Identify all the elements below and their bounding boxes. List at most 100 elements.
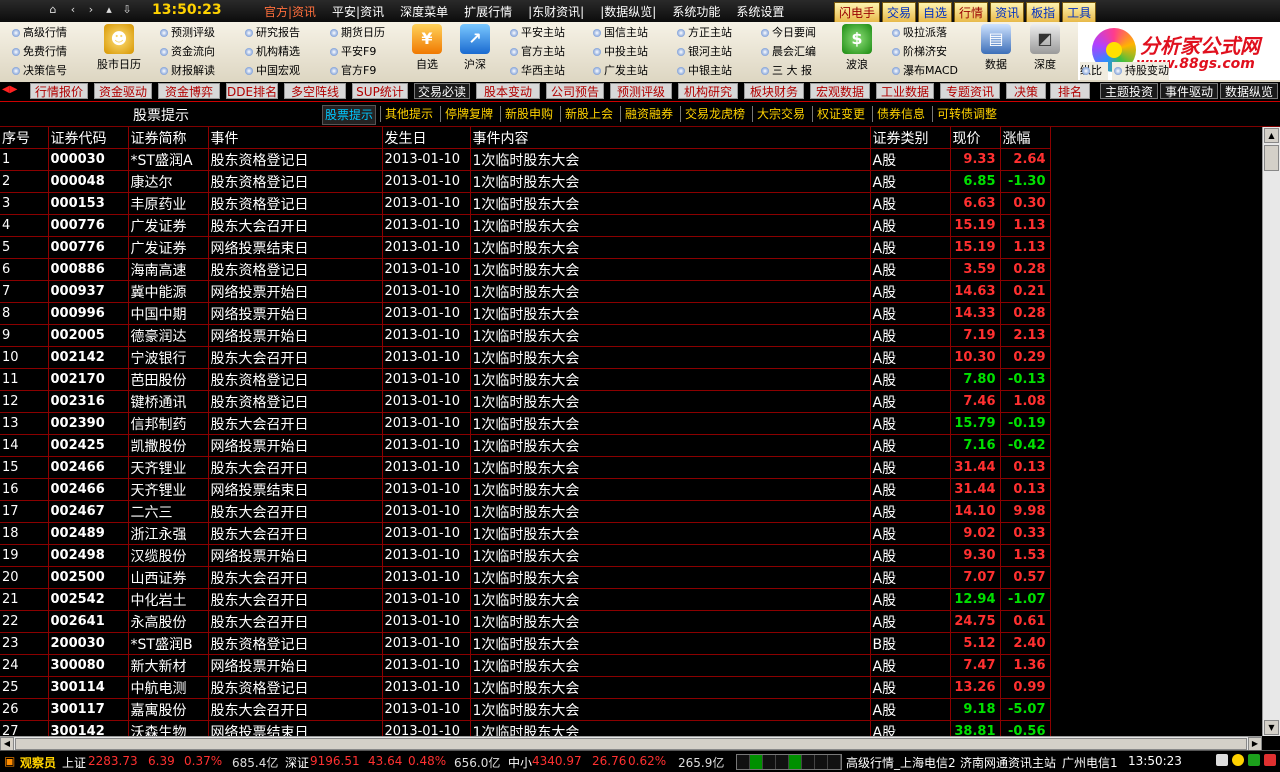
tool-decision-signal[interactable]: 决策信号 [10,62,67,80]
table-row[interactable]: 5 000776 广发证券 网络投票结束日 2013-01-10 1次临时股东大会 A股 15… [0,236,1051,259]
tab-macro-data[interactable]: 宏观数据 [810,83,870,99]
subtab-block-trade[interactable]: 大宗交易 [757,105,805,123]
tool-market-calendar[interactable]: ☻ 股市日历 [92,24,146,72]
tool-data[interactable]: ▤ 数据 [977,24,1015,72]
tab-sector-finance[interactable]: 板块财务 [744,83,804,99]
server-quotes[interactable]: 高级行情_上海电信2 [846,754,956,771]
network-icon[interactable] [1248,754,1260,766]
subtab-ipo-subscription[interactable]: 新股申购 [505,105,553,123]
tab-data-overview[interactable]: 数据纵览 [1220,83,1278,99]
subtab-margin-trading[interactable]: 融资融券 [625,105,673,123]
tool-pingan-f9[interactable]: 平安F9 [328,43,376,61]
table-row[interactable]: 7 000937 冀中能源 网络投票开始日 2013-01-10 1次临时股东大会 A股 14… [0,280,1051,303]
tool-huaxi-main[interactable]: 华西主站 [508,62,565,80]
scroll-right-icon[interactable]: ▶ [1248,737,1262,751]
header-category[interactable]: 证券类别 [870,127,951,149]
info-icon[interactable] [1232,754,1244,766]
tool-zhongtou-main[interactable]: 中投主站 [591,43,648,61]
mail-icon[interactable] [1216,754,1228,766]
quick-sector-index-button[interactable]: 板指 [1026,2,1061,23]
subtab-convertible-adjust[interactable]: 可转债调整 [937,105,997,123]
quick-quotes-button[interactable]: 行情 [954,2,989,23]
tab-institution-research[interactable]: 机构研究 [678,83,738,99]
table-row[interactable]: 25 300114 中航电测 股东资格登记日 2013-01-10 1次临时股东大会 A股 1… [0,676,1051,699]
header-code[interactable]: 证券代码 [48,127,129,149]
tool-bocom-main[interactable]: 中银主站 [675,62,732,80]
subtab-stock-tips[interactable]: 股票提示 [322,105,377,125]
table-row[interactable]: 18 002489 浙江永强 股东大会召开日 2013-01-10 1次临时股东大会 A股 9… [0,522,1051,545]
quick-news-button[interactable]: 资讯 [990,2,1025,23]
tool-guosen-main[interactable]: 国信主站 [591,24,648,42]
scroll-up-icon[interactable]: ▲ [1264,128,1279,143]
tool-china-macro[interactable]: 中国宏观 [243,62,300,80]
menu-eastmoney-news[interactable]: |东财资讯| [520,3,592,20]
alert-icon[interactable] [1264,754,1276,766]
table-row[interactable]: 24 300080 新大新材 网络投票开始日 2013-01-10 1次临时股东大会 A股 7… [0,654,1051,677]
tool-three-papers[interactable]: 三 大 报 [759,62,812,80]
tab-forecast-rating[interactable]: 预测评级 [610,83,672,99]
tool-research-report[interactable]: 研究报告 [243,24,300,42]
quick-trade-button[interactable]: 交易 [882,2,917,23]
header-date[interactable]: 发生日 [382,127,471,149]
table-row[interactable]: 16 002466 天齐锂业 网络投票结束日 2013-01-10 1次临时股东大会 A股 3… [0,478,1051,501]
header-event[interactable]: 事件 [208,127,383,149]
menu-system-functions[interactable]: 系统功能 [664,3,728,20]
user-role[interactable]: 观察员 [20,754,56,771]
up-icon[interactable]: ▴ [102,3,116,17]
forward-icon[interactable]: › [84,3,98,17]
tool-official-main[interactable]: 官方主站 [508,43,565,61]
quick-flash-trade-button[interactable]: 闪电手 [834,2,881,23]
tool-founder-main[interactable]: 方正主站 [675,24,732,42]
hscroll-thumb[interactable] [15,738,1247,750]
table-row[interactable]: 22 002641 永高股份 股东大会召开日 2013-01-10 1次临时股东大会 A股 2… [0,610,1051,633]
header-index[interactable]: 序号 [0,127,49,149]
table-row[interactable]: 13 002390 信邦制药 股东大会召开日 2013-01-10 1次临时股东大会 A股 1… [0,412,1051,435]
table-row[interactable]: 3 000153 丰原药业 股东资格登记日 2013-01-10 1次临时股东大会 A股 6.… [0,192,1051,215]
tool-guangfa-main[interactable]: 广发主站 [591,62,648,80]
table-row[interactable]: 27 300142 沃森生物 网络投票结束日 2013-01-10 1次临时股东大会 A股 3… [0,720,1051,736]
tool-free-quotes[interactable]: 免费行情 [10,43,67,61]
vertical-scrollbar[interactable]: ▲ ▼ [1262,127,1280,736]
tool-depth[interactable]: ◩ 深度 [1026,24,1064,72]
tool-official-f9[interactable]: 官方F9 [328,62,376,80]
scroll-left-icon[interactable]: ◀ [0,737,14,751]
header-price[interactable]: 现价 [950,127,1001,149]
tool-holdings-change[interactable]: 持股变动 [1112,62,1169,80]
menu-data-overview[interactable]: |数据纵览| [592,3,664,20]
header-name[interactable]: 证券简称 [128,127,209,149]
tab-quotes[interactable]: 行情报价 [30,83,88,99]
menu-official-news[interactable]: 官方|资讯 [256,3,324,20]
tab-sup-stats[interactable]: SUP统计 [352,83,408,99]
table-row[interactable]: 26 300117 嘉寓股份 股东大会召开日 2013-01-10 1次临时股东大会 A股 9… [0,698,1051,721]
tool-financial-report[interactable]: 财报解读 [158,62,215,80]
table-row[interactable]: 9 002005 德豪润达 网络投票开始日 2013-01-10 1次临时股东大会 A股 7.… [0,324,1051,347]
subtab-warrant-change[interactable]: 权证变更 [817,105,865,123]
subtab-suspension-resumption[interactable]: 停牌复牌 [445,105,493,123]
tab-long-short[interactable]: 多空阵线 [284,83,346,99]
subtab-other-tips[interactable]: 其他提示 [385,105,433,123]
table-row[interactable]: 6 000886 海南高速 股东资格登记日 2013-01-10 1次临时股东大会 A股 3.… [0,258,1051,281]
tab-industry-data[interactable]: 工业数据 [876,83,934,99]
tab-theme-investment[interactable]: 主题投资 [1100,83,1158,99]
home-icon[interactable]: ⌂ [46,3,60,17]
tab-trading-must-read[interactable]: 交易必读 [414,83,470,99]
horizontal-scrollbar[interactable]: ◀ ▶ [0,736,1262,751]
server-third[interactable]: 广州电信1 [1062,754,1118,771]
table-row[interactable]: 20 002500 山西证券 股东大会召开日 2013-01-10 1次临时股东大会 A股 7… [0,566,1051,589]
tool-shanghai-shenzhen[interactable]: ↗ 沪深 [456,24,494,72]
tool-futures-calendar[interactable]: 期货日历 [328,24,385,42]
table-row[interactable]: 15 002466 天齐锂业 股东大会召开日 2013-01-10 1次临时股东大会 A股 3… [0,456,1051,479]
quick-watchlist-button[interactable]: 自选 [918,2,953,23]
tool-forecast-rating[interactable]: 预测评级 [158,24,215,42]
table-row[interactable]: 14 002425 凯撒股份 网络投票开始日 2013-01-10 1次临时股东大会 A股 7… [0,434,1051,457]
tool-morning-briefing[interactable]: 晨会汇编 [759,43,816,61]
table-row[interactable]: 4 000776 广发证券 股东大会召开日 2013-01-10 1次临时股东大会 A股 15… [0,214,1051,237]
tool-ladder[interactable]: 阶梯济安 [890,43,947,61]
tool-watchlist[interactable]: ¥ 自选 [408,24,446,72]
table-row[interactable]: 12 002316 键桥通讯 股东资格登记日 2013-01-10 1次临时股东大会 A股 7… [0,390,1051,413]
tool-institution-picks[interactable]: 机构精选 [243,43,300,61]
header-event-content[interactable]: 事件内容 [470,127,871,149]
tab-share-capital-change[interactable]: 股本变动 [476,83,540,99]
table-row[interactable]: 23 200030 *ST盛润B 股东资格登记日 2013-01-10 1次临时股东大会 B… [0,632,1051,655]
menu-extended-quotes[interactable]: 扩展行情 [456,3,520,20]
